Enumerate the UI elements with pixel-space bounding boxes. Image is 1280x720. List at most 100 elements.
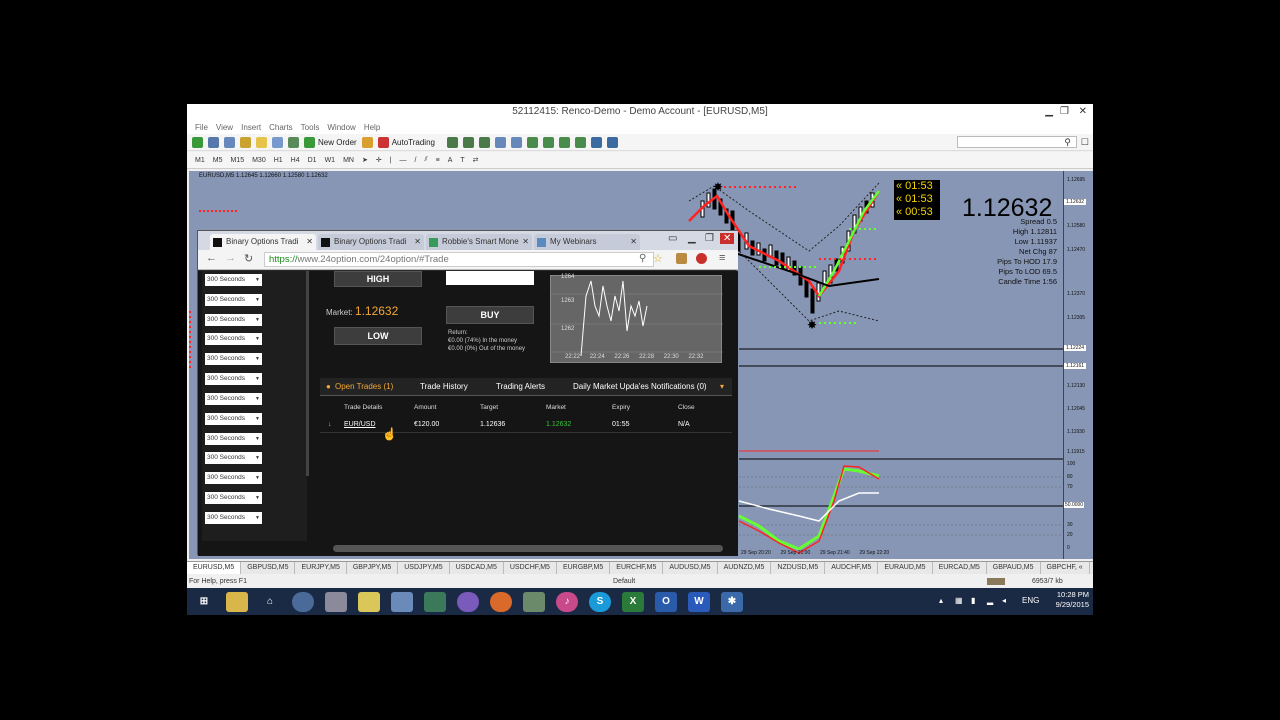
language-indicator[interactable]: ENG [1022,596,1039,605]
tf-m30[interactable]: M30 [252,157,266,164]
app-icon[interactable] [325,591,347,612]
expiry-select[interactable]: 300 Seconds [205,373,262,385]
symbol-tab[interactable]: GBPAUD,M5 [987,562,1041,574]
browser-minimize-icon[interactable]: ▁ [688,233,696,244]
tray-app-icon[interactable]: ▦ [955,596,963,605]
expiry-select[interactable]: 300 Seconds [205,492,262,504]
browser-profile-icon[interactable]: ▭ [668,233,677,244]
viber-icon[interactable] [457,591,479,612]
browser-restore-icon[interactable]: ❐ [705,233,714,244]
browser-tab[interactable]: My Webinars ✕ [534,234,640,250]
clock[interactable]: 10:28 PM 9/29/2015 [1056,590,1089,610]
zoom-out-icon[interactable] [510,136,522,148]
new-chart-icon[interactable] [192,136,203,148]
tray-chevron-up-icon[interactable]: ▴ [939,596,943,605]
symbol-tab[interactable]: GBPCHF, « [1041,562,1090,574]
tf-m15[interactable]: M15 [230,157,244,164]
expiry-select[interactable]: 300 Seconds [205,294,262,306]
tab-close-icon[interactable]: ✕ [414,234,421,250]
volume-icon[interactable]: ◂ [1002,596,1006,605]
tf-h4[interactable]: H4 [291,157,300,164]
line-chart-icon[interactable] [478,136,490,148]
menu-help[interactable]: Help [364,123,380,132]
high-button[interactable]: HIGH [334,271,422,287]
fibonacci-icon[interactable]: ≡ [436,157,440,164]
excel-icon[interactable]: X [622,591,644,612]
expiry-select[interactable]: 300 Seconds [205,452,262,464]
horizontal-scrollbar[interactable] [333,545,723,552]
extension-record-icon[interactable] [696,253,707,264]
address-bar[interactable]: https://www.24option.com/24option/#Trade [264,252,654,267]
label-icon[interactable]: T [460,157,464,164]
expiry-select[interactable]: 300 Seconds [205,314,262,326]
left-scrollbar[interactable] [306,271,309,476]
horizontal-line-icon[interactable]: — [400,157,407,164]
tf-m1[interactable]: M1 [195,157,205,164]
meta-editor-icon[interactable] [361,136,373,148]
tab-trade-history[interactable]: Trade History [420,382,468,391]
amount-input[interactable] [446,271,534,285]
vertical-line-icon[interactable]: | [390,157,392,164]
menu-icon[interactable]: ≡ [719,252,725,264]
terminal-icon[interactable] [288,136,299,148]
symbol-tab[interactable]: NZDUSD,M5 [771,562,826,574]
tf-d1[interactable]: D1 [308,157,317,164]
forward-icon[interactable]: → [225,252,236,264]
expiry-select[interactable]: 300 Seconds [205,274,262,286]
symbol-tab[interactable]: EURUSD,M5 [187,562,242,574]
browser-close-icon[interactable]: ✕ [720,233,735,244]
symbol-tab[interactable]: EURGBP,M5 [557,562,611,574]
search-icon[interactable]: ⚲ [1064,137,1071,148]
network-icon[interactable]: ▮ [971,596,975,605]
chart-shift-icon[interactable] [558,136,570,148]
autoscroll-icon[interactable] [542,136,554,148]
symbol-tab[interactable]: USDJPY,M5 [398,562,450,574]
tab-open-trades[interactable]: Open Trades (1) [335,382,393,391]
crosshair-tool-icon[interactable]: ✛ [376,156,382,164]
expiry-select[interactable]: 300 Seconds [205,512,262,524]
menu-insert[interactable]: Insert [241,123,261,132]
signal-icon[interactable]: ▂ [987,596,993,605]
restore-icon[interactable]: ❐ [1060,104,1069,120]
sticky-notes-icon[interactable] [358,591,380,612]
menu-view[interactable]: View [216,123,233,132]
firefox-icon[interactable] [490,591,512,612]
skype-icon[interactable]: S [589,591,611,612]
bar-chart-icon[interactable] [446,136,458,148]
paint-icon[interactable] [523,591,545,612]
symbol-tab[interactable]: EURAUD,M5 [878,562,933,574]
low-button[interactable]: LOW [334,327,422,345]
trendline-icon[interactable]: / [415,157,417,164]
calculator-icon[interactable] [424,591,446,612]
back-icon[interactable]: ← [206,252,217,264]
browser-tab[interactable]: Binary Options Tradi ✕ [318,234,424,250]
zoom-in-icon[interactable] [494,136,506,148]
cursor-tool-icon[interactable]: ➤ [362,156,368,164]
menu-window[interactable]: Window [327,123,355,132]
navigator-icon[interactable] [272,136,283,148]
expiry-select[interactable]: 300 Seconds [205,413,262,425]
trade-asset-link[interactable]: EUR/USD [344,421,376,428]
search-icon[interactable]: ⚲ [639,253,646,264]
symbol-tab[interactable]: AUDNZD,M5 [718,562,772,574]
new-order-button[interactable]: New Order [318,138,357,147]
indicators-icon[interactable] [574,136,586,148]
tf-mn[interactable]: MN [343,157,354,164]
symbol-tab[interactable]: GBPJPY,M5 [347,562,399,574]
symbol-tab[interactable]: GBPUSD,M5 [241,562,296,574]
extension-icon[interactable] [676,253,687,264]
tab-close-icon[interactable]: ✕ [306,234,313,250]
symbol-tab[interactable]: USDCAD,M5 [450,562,504,574]
candle-chart-icon[interactable] [462,136,474,148]
tf-m5[interactable]: M5 [213,157,223,164]
metatrader-icon[interactable]: ✱ [721,591,743,612]
menu-tools[interactable]: Tools [301,123,320,132]
buy-button[interactable]: BUY [446,306,534,324]
tf-w1[interactable]: W1 [325,157,336,164]
expiry-select[interactable]: 300 Seconds [205,433,262,445]
periods-icon[interactable] [590,136,602,148]
symbol-tab[interactable]: USDCHF,M5 [504,562,557,574]
channel-icon[interactable]: ⫽ [425,156,428,164]
reload-icon[interactable]: ↻ [244,252,253,265]
expiry-select[interactable]: 300 Seconds [205,353,262,365]
